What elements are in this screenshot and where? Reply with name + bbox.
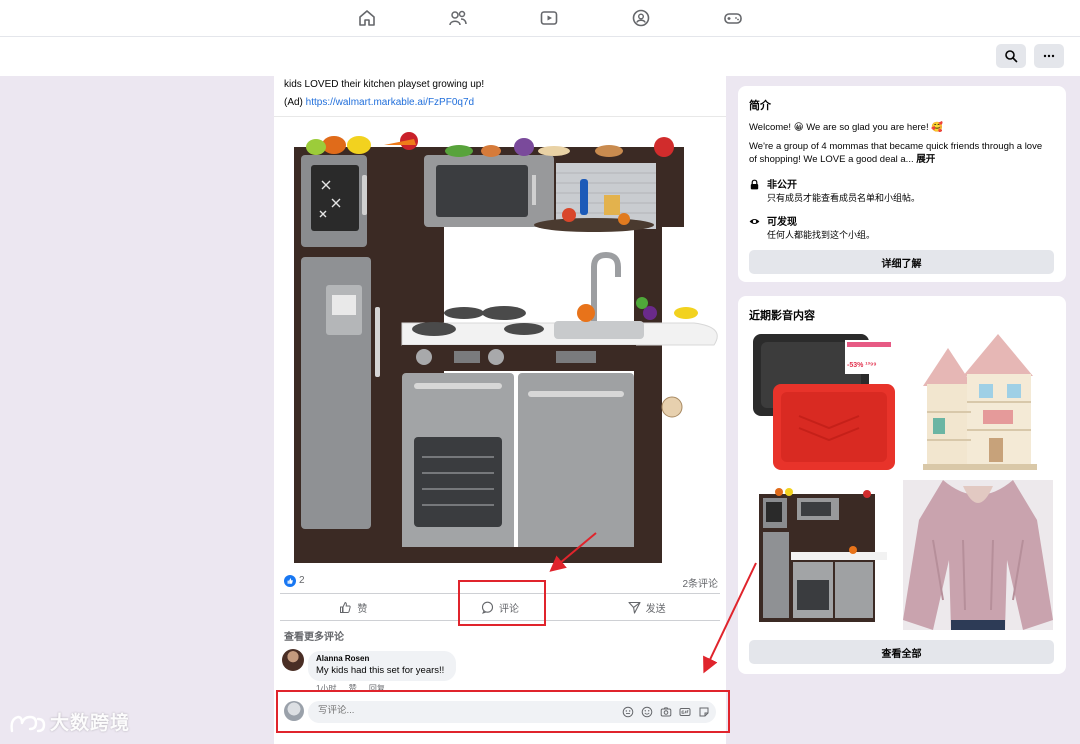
search-button[interactable] [996, 44, 1026, 68]
intro-title: 简介 [749, 100, 771, 112]
annotation-box-comment-input [276, 690, 730, 733]
ad-link[interactable]: https://walmart.markable.ai/FzPF0q7d [306, 97, 474, 108]
visible-desc: 任何人都能找到这个小组。 [767, 230, 876, 240]
top-nav [0, 0, 1080, 36]
group-header-bar [0, 36, 1080, 76]
gaming-icon[interactable] [723, 8, 743, 28]
media-thumb-kitchen[interactable] [749, 480, 899, 630]
media-title: 近期影音内容 [749, 310, 815, 322]
see-all-button[interactable]: 查看全部 [749, 640, 1054, 664]
send-button[interactable]: 发送 [573, 594, 720, 620]
reaction-count[interactable]: 2 [299, 575, 305, 586]
thumbs-up-icon [340, 601, 351, 613]
private-title: 非公开 [767, 180, 797, 191]
private-desc: 只有成员才能查看成员名单和小组帖。 [767, 193, 921, 203]
group-intro-card: 简介 Welcome! 😀 We are so glad you are her… [738, 86, 1066, 282]
like-reaction-icon [284, 575, 296, 587]
media-thumb-trays[interactable]: -53% ¹³⁹⁹ [749, 326, 899, 476]
intro-description: We're a group of 4 mommas that became qu… [749, 141, 1043, 165]
expand-link[interactable]: 展开 [916, 154, 935, 165]
media-thumb-dollhouse[interactable] [903, 326, 1053, 476]
like-button[interactable]: 赞 [280, 594, 427, 620]
learn-more-button[interactable]: 详细了解 [749, 250, 1054, 274]
view-more-comments-link[interactable]: 查看更多评论 [284, 628, 344, 643]
watch-icon[interactable] [539, 8, 559, 28]
intro-welcome: Welcome! 😀 We are so glad you are here! … [749, 122, 944, 133]
post-body: kids LOVED their kitchen playset growing… [284, 76, 484, 112]
eye-icon [749, 214, 760, 225]
post-ad-line: (Ad) https://walmart.markable.ai/FzPF0q7… [284, 94, 484, 112]
send-label: 发送 [645, 603, 666, 615]
comment-bubble: Alanna Rosen My kids had this set for ye… [308, 651, 456, 681]
media-thumb-sweater[interactable] [903, 480, 1053, 630]
more-options-button[interactable] [1034, 44, 1064, 68]
comment-author[interactable]: Alanna Rosen [316, 654, 448, 664]
post-text-line: kids LOVED their kitchen playset growing… [284, 79, 485, 90]
home-icon[interactable] [357, 8, 377, 28]
more-icon [1043, 54, 1055, 58]
comment-count[interactable]: 2条评论 [682, 575, 718, 590]
visible-title: 可发现 [767, 217, 797, 228]
comment-text: My kids had this set for years!! [316, 665, 445, 676]
post-image-play-kitchen[interactable] [274, 116, 726, 570]
watermark: 大数跨境 [8, 708, 130, 735]
friends-icon[interactable] [448, 8, 468, 28]
recent-media-card: 近期影音内容 -53% ¹³⁹⁹ 查看全部 [738, 296, 1066, 674]
feed-post: kids LOVED their kitchen playset growing… [274, 76, 726, 744]
send-icon [628, 601, 641, 614]
tray-price-tag: -53% ¹³⁹⁹ [847, 362, 877, 369]
ad-label: (Ad) [284, 97, 306, 108]
watermark-text: 大数跨境 [50, 713, 131, 734]
like-label: 赞 [357, 603, 368, 615]
groups-icon[interactable] [631, 8, 651, 28]
annotation-box-comment-button [458, 580, 546, 626]
search-icon [1005, 50, 1018, 63]
lock-icon [749, 177, 760, 190]
watermark-logo-icon [8, 713, 46, 735]
intro-description-block: We're a group of 4 mommas that became qu… [749, 140, 1049, 166]
commenter-avatar[interactable] [282, 649, 304, 671]
